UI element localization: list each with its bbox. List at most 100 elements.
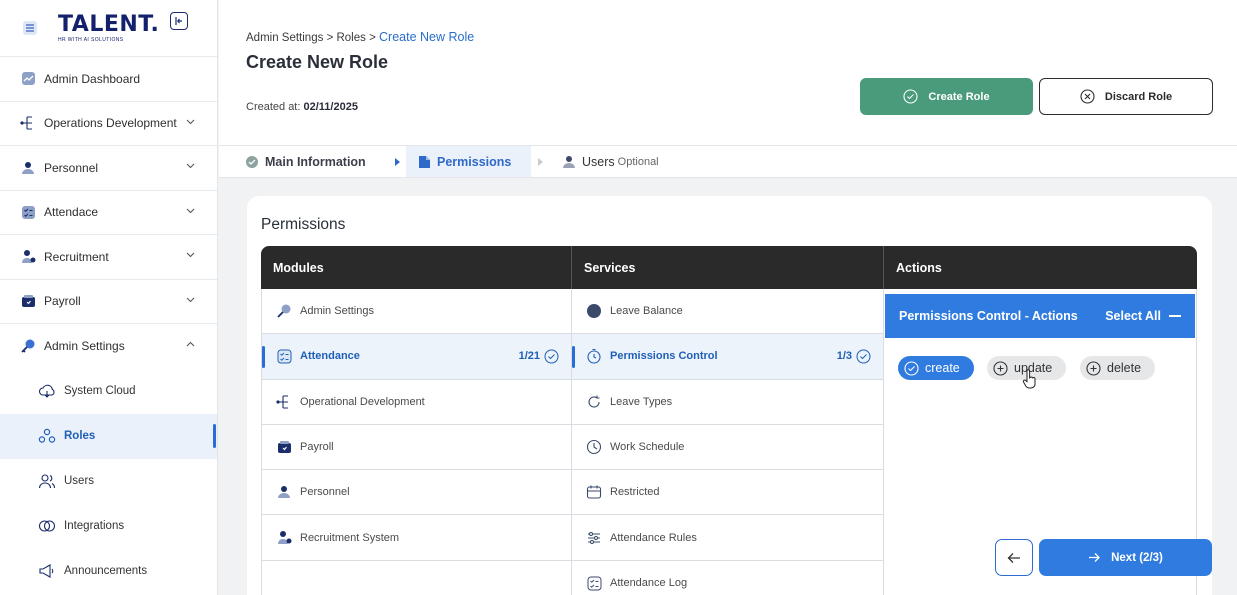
chart-icon (20, 71, 36, 87)
next-step-label: Next (2/3) (1111, 551, 1163, 564)
created-at-label: Created at: (246, 101, 301, 113)
wallet-icon (20, 293, 36, 309)
calendar-icon (586, 484, 602, 500)
service-label: Attendance Log (610, 577, 688, 590)
module-row[interactable]: Admin Settings (262, 289, 571, 335)
service-row[interactable]: Work Schedule (572, 425, 883, 471)
module-row[interactable]: Operational Development (262, 380, 571, 425)
module-row[interactable]: Payroll (262, 425, 571, 471)
page-title: Create New Role (246, 52, 389, 72)
breadcrumb-roles[interactable]: Roles (336, 32, 365, 44)
tree-icon (276, 394, 292, 410)
document-icon (418, 155, 431, 169)
chevron-down-icon (186, 252, 195, 258)
service-label: Work Schedule (610, 441, 685, 454)
service-row[interactable]: Attendance Rules (572, 515, 883, 561)
tree-icon (20, 115, 36, 131)
service-row[interactable]: Permissions Control 1/3 (572, 334, 883, 380)
plus-circle-icon (1086, 360, 1101, 376)
chevron-down-icon (186, 163, 195, 169)
create-role-button[interactable]: Create Role (860, 78, 1033, 115)
select-all-button[interactable]: Select All (1105, 309, 1181, 323)
sidebar-item-personnel[interactable]: Personnel (0, 146, 217, 191)
chevron-down-icon (186, 119, 195, 124)
module-label: Payroll (300, 441, 334, 454)
service-label: Leave Types (610, 395, 673, 408)
service-count: 1/3 (837, 349, 871, 364)
header-actions: Actions (896, 260, 942, 275)
service-row[interactable]: Attendance Log (572, 561, 883, 595)
sidebar-item-label: Admin Settings (44, 339, 125, 354)
plus-circle-icon (993, 360, 1008, 376)
checklist-icon (586, 575, 602, 591)
people-icon (276, 484, 292, 500)
actions-bar: Permissions Control - Actions Select All (885, 294, 1195, 338)
created-at: Created at: 02/11/2025 (246, 101, 358, 113)
module-row[interactable]: Recruitment System (262, 515, 571, 561)
collapse-sidebar-icon[interactable] (170, 12, 188, 30)
action-chip-create[interactable]: create (898, 356, 974, 380)
step-label: Main Information (265, 154, 366, 169)
clock-icon (586, 439, 602, 455)
menu-icon[interactable] (20, 18, 40, 38)
sidebar-item-admin-settings[interactable]: Admin Settings (0, 324, 217, 369)
sidebar-item-label: Admin Dashboard (44, 71, 141, 86)
sidebar-subitem-system-cloud[interactable]: System Cloud (0, 369, 217, 414)
discard-role-label: Discard Role (1104, 90, 1173, 103)
create-role-label: Create Role (928, 90, 990, 103)
previous-step-button[interactable] (995, 539, 1033, 576)
sidebar-item-payroll[interactable]: Payroll (0, 280, 217, 324)
checklist-icon (20, 204, 36, 220)
service-label: Attendance Rules (610, 531, 697, 544)
page-header: Admin Settings > Roles > Create New Role… (219, 0, 1237, 146)
permissions-header: Modules Services Actions (261, 246, 1197, 289)
discard-role-button[interactable]: Discard Role (1039, 78, 1213, 115)
sliders-icon (586, 530, 602, 546)
step-permissions[interactable]: Permissions (406, 146, 531, 177)
logo: TALENT. HR WITH AI SOLUTIONS (58, 13, 159, 43)
breadcrumb-admin-settings[interactable]: Admin Settings (246, 32, 323, 44)
next-step-button[interactable]: Next (2/3) (1039, 539, 1212, 576)
action-chip-delete[interactable]: delete (1080, 356, 1155, 380)
megaphone-icon (38, 562, 56, 580)
service-label: Leave Balance (610, 305, 683, 318)
user-plus-icon (20, 249, 36, 265)
sidebar-subitem-label: Roles (64, 430, 96, 442)
module-row[interactable]: Personnel (262, 470, 571, 516)
service-row[interactable]: Leave Balance (572, 289, 883, 335)
service-row[interactable]: Leave Types (572, 380, 883, 425)
sidebar-item-label: Payroll (44, 294, 81, 309)
module-count-value: 1/21 (518, 350, 540, 363)
integrations-icon (38, 517, 56, 535)
sidebar-item-label: Attendace (44, 205, 99, 220)
sidebar-subitem-announcements[interactable]: Announcements (0, 549, 217, 594)
sidebar: TALENT. HR WITH AI SOLUTIONS Admin Dashb… (0, 0, 218, 595)
header-services: Services (572, 246, 884, 289)
sidebar-item-admin-dashboard[interactable]: Admin Dashboard (0, 57, 217, 102)
sidebar-item-label: Recruitment (44, 249, 109, 264)
sidebar-subitem-label: Integrations (64, 520, 125, 532)
wallet-icon (276, 439, 292, 455)
module-row[interactable]: Attendance 1/21 (262, 334, 571, 380)
sidebar-subitem-integrations[interactable]: Integrations (0, 504, 217, 549)
sidebar-subitem-users[interactable]: Users (0, 459, 217, 504)
sidebar-subitem-roles[interactable]: Roles (0, 413, 217, 459)
service-label: Restricted (610, 486, 660, 499)
hand-cursor-icon (1022, 369, 1036, 389)
sidebar-item-attendace[interactable]: Attendace (0, 191, 217, 235)
created-at-value: 02/11/2025 (303, 101, 358, 113)
sidebar-item-recruitment[interactable]: Recruitment (0, 235, 217, 280)
breadcrumb-current: Create New Role (379, 30, 475, 44)
action-chip-label: delete (1107, 361, 1142, 375)
service-count-value: 1/3 (836, 350, 852, 363)
check-circle-icon (904, 360, 919, 376)
step-users[interactable]: Users Optional (562, 146, 659, 177)
sidebar-item-operations-development[interactable]: Operations Development (0, 102, 217, 146)
sidebar-subitem-label: Announcements (64, 565, 148, 577)
user-icon (562, 155, 576, 169)
service-row[interactable]: Restricted (572, 470, 883, 516)
sidebar-subitem-label: System Cloud (64, 385, 136, 397)
minus-icon (1169, 315, 1181, 317)
step-main-information[interactable]: Main Information (245, 146, 366, 177)
module-label: Attendance (300, 350, 360, 363)
